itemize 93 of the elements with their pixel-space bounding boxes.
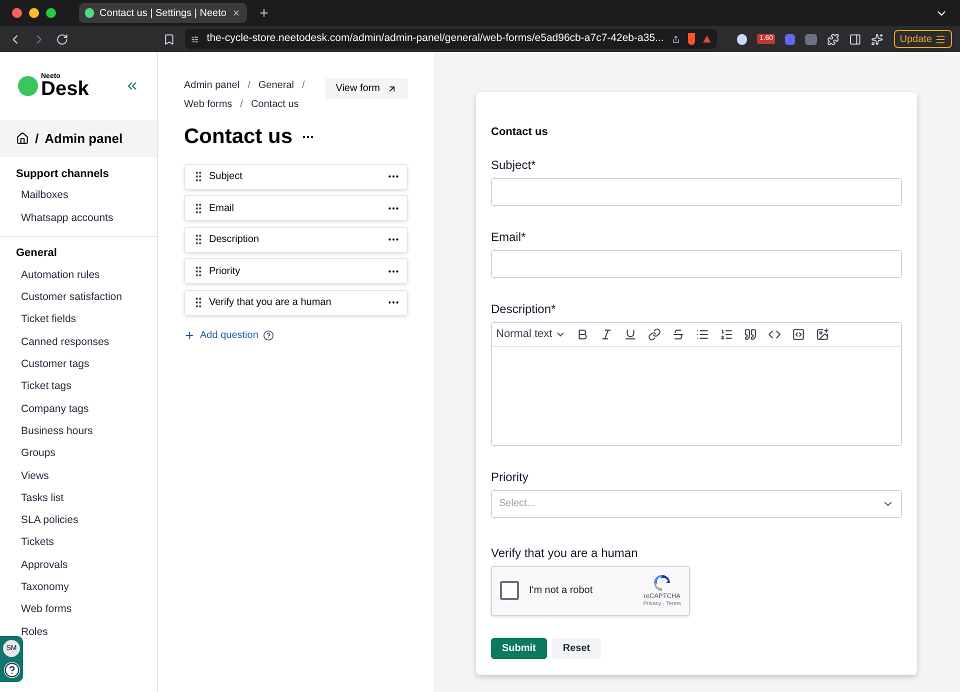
- plus-icon: [184, 330, 195, 340]
- sidebar-item[interactable]: Tickets: [0, 532, 157, 554]
- field-label: Subject*: [491, 156, 537, 174]
- breadcrumb-separator: /: [240, 98, 243, 112]
- question-label: Email: [209, 202, 236, 216]
- address-bar[interactable]: the-cycle-store.neetodesk.com/admin/admin-panel/general/web-forms/e5ad96cb-a7c7-42eb-a35...: [185, 29, 718, 49]
- sidebar-item[interactable]: Whatsapp accounts: [0, 207, 157, 230]
- form-title: Contact us: [491, 125, 549, 140]
- text-field[interactable]: [491, 250, 902, 278]
- view-form-button[interactable]: View form: [324, 78, 408, 99]
- help-icon: [263, 330, 274, 340]
- text-format-dropdown[interactable]: Normal text: [496, 326, 566, 342]
- sidebar-item[interactable]: Web forms: [0, 599, 157, 622]
- sidebar-item[interactable]: Company tags: [0, 398, 157, 421]
- question-item[interactable]: Email: [184, 195, 408, 221]
- minimize-window-icon[interactable]: [29, 8, 39, 18]
- breadcrumb-link[interactable]: Admin panel: [184, 78, 240, 93]
- sidebar-item[interactable]: Views: [0, 465, 157, 488]
- browser-tab[interactable]: Contact us | Settings | Neeto: [79, 3, 247, 23]
- bookmark-icon[interactable]: [162, 32, 176, 46]
- sidebar-item[interactable]: Ticket tags: [0, 376, 157, 398]
- sidebar-icon[interactable]: [849, 32, 862, 46]
- close-icon[interactable]: [232, 8, 241, 18]
- code-block-icon[interactable]: [791, 326, 806, 342]
- sidebar-item[interactable]: Business hours: [0, 420, 157, 443]
- field-label: Priority: [491, 468, 530, 486]
- sidebar-item[interactable]: Customer satisfaction: [0, 286, 157, 310]
- image-icon[interactable]: [815, 326, 830, 342]
- page-title: Contact us: [184, 124, 293, 150]
- close-window-icon[interactable]: [12, 8, 22, 18]
- reload-icon[interactable]: [56, 32, 69, 46]
- reset-button[interactable]: Reset: [552, 638, 602, 658]
- maximize-window-icon[interactable]: [46, 8, 56, 18]
- sidebar-item[interactable]: Canned responses: [0, 331, 157, 354]
- logo-icon: [18, 76, 38, 96]
- sidebar-item[interactable]: Tasks list: [0, 488, 157, 510]
- captcha-checkbox[interactable]: [500, 581, 519, 600]
- sidebar-item[interactable]: Customer tags: [0, 354, 157, 376]
- strikethrough-icon[interactable]: [671, 326, 686, 342]
- field-label: Description*: [491, 300, 557, 318]
- quote-icon[interactable]: [743, 326, 758, 342]
- tab-title: Contact us | Settings | Neeto: [100, 6, 226, 20]
- question-label: Description: [209, 233, 260, 247]
- site-favicon: [85, 8, 94, 18]
- text-field[interactable]: [491, 178, 902, 206]
- question-item[interactable]: Subject: [184, 164, 408, 190]
- triangle-icon: [703, 34, 712, 44]
- captcha-label: I'm not a robot: [529, 584, 594, 598]
- url-text: the-cycle-store.neetodesk.com/admin/admin-panel/general/web-forms/e5ad96cb-a7c7-42eb-a35...: [206, 31, 664, 46]
- section-heading: Support channels: [15, 166, 110, 182]
- site-settings-icon: [191, 34, 199, 44]
- question-label: Verify that you are a human: [209, 296, 332, 310]
- sparkle-icon[interactable]: [871, 32, 884, 46]
- field-label: Verify that you are a human: [491, 544, 639, 562]
- rich-text-editor[interactable]: Normal text: [491, 322, 902, 446]
- question-item[interactable]: Verify that you are a human: [184, 290, 408, 316]
- question-item[interactable]: Description: [184, 226, 408, 252]
- section-heading: General: [15, 246, 58, 262]
- extension-icon[interactable]: [737, 34, 748, 44]
- home-icon[interactable]: [16, 132, 29, 145]
- underline-icon[interactable]: [623, 326, 638, 342]
- help-icon[interactable]: [4, 662, 20, 678]
- share-icon: [672, 34, 680, 44]
- question-item[interactable]: Priority: [184, 258, 408, 284]
- sidebar-item[interactable]: Groups: [0, 442, 157, 466]
- submit-button[interactable]: Submit: [491, 638, 547, 658]
- new-tab-icon[interactable]: [258, 7, 270, 19]
- breadcrumb-separator: /: [248, 79, 250, 93]
- numbered-list-icon[interactable]: [719, 326, 734, 342]
- sidebar-item[interactable]: Approvals: [0, 554, 157, 577]
- sidebar-item[interactable]: Mailboxes: [0, 185, 157, 208]
- sidebar-item[interactable]: Ticket fields: [0, 309, 157, 332]
- add-question-button[interactable]: Add question: [184, 328, 408, 342]
- sidebar-breadcrumb-title[interactable]: Admin panel: [44, 128, 123, 148]
- breadcrumb-link[interactable]: Contact us: [250, 97, 299, 112]
- breadcrumb-separator: /: [302, 79, 305, 93]
- question-label: Priority: [209, 264, 242, 278]
- shield-icon: [688, 33, 696, 45]
- logo-text: Desk: [41, 79, 89, 99]
- recaptcha-logo-icon: [652, 573, 672, 593]
- sidebar-item[interactable]: Automation rules: [0, 264, 157, 287]
- field-label: Email*: [491, 228, 527, 246]
- breadcrumb-link[interactable]: General: [258, 78, 294, 93]
- sidebar-item[interactable]: SLA policies: [0, 510, 157, 532]
- menu-icon: [935, 34, 946, 44]
- update-button[interactable]: Update: [894, 30, 952, 48]
- question-label: Subject: [209, 170, 244, 184]
- external-link-icon: [387, 84, 397, 94]
- breadcrumb-separator: /: [35, 130, 39, 148]
- link-icon[interactable]: [647, 326, 662, 342]
- sidebar-item[interactable]: Taxonomy: [0, 576, 157, 600]
- breadcrumb-link[interactable]: Web forms: [184, 97, 232, 112]
- puzzle-icon[interactable]: [826, 32, 840, 46]
